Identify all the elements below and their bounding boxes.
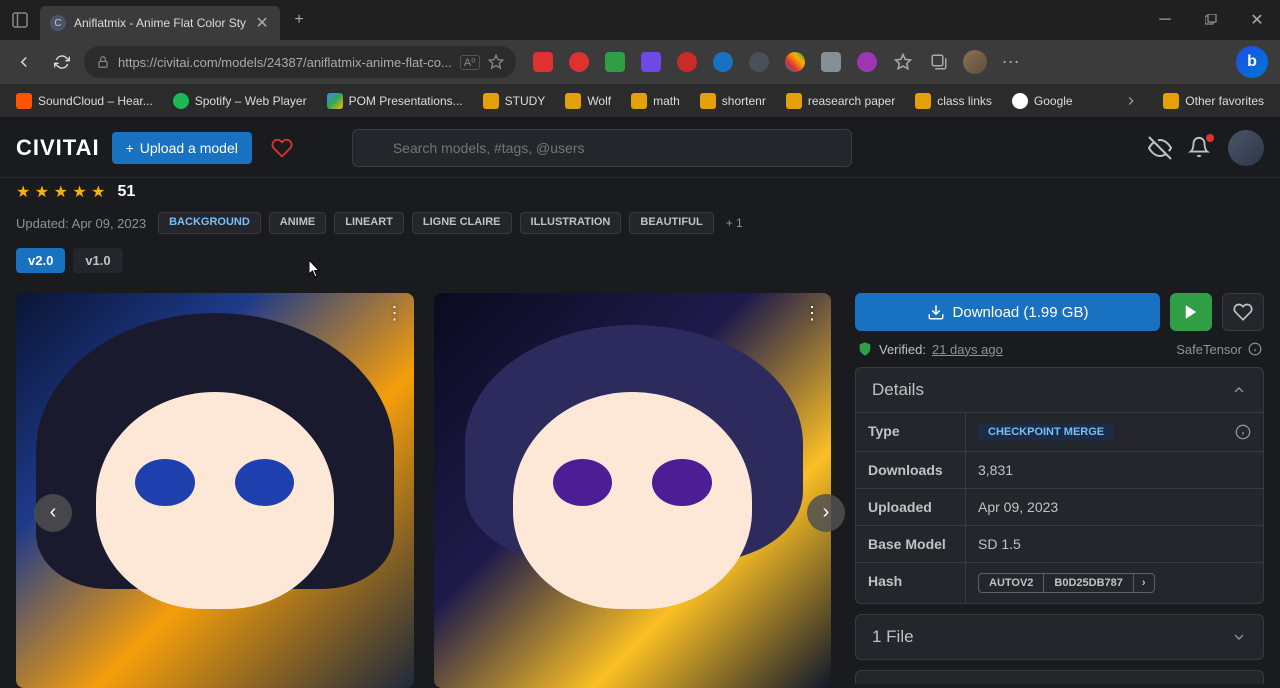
- visibility-icon[interactable]: [1148, 136, 1172, 160]
- address-bar[interactable]: https://civitai.com/models/24387/aniflat…: [84, 46, 516, 78]
- back-button[interactable]: [8, 46, 40, 78]
- panel-partial: [855, 670, 1264, 684]
- tab-close-icon[interactable]: ✕: [254, 15, 270, 31]
- bookmark-folder[interactable]: math: [623, 89, 688, 113]
- info-icon[interactable]: [1235, 424, 1251, 440]
- favorites-icon[interactable]: [886, 46, 920, 78]
- detail-row-uploaded: Uploaded Apr 09, 2023: [856, 488, 1263, 525]
- favorites-heart-icon[interactable]: [264, 130, 300, 166]
- bing-chat-button[interactable]: b: [1232, 42, 1272, 82]
- safetensor-label: SafeTensor: [1176, 342, 1242, 357]
- bookmarks-bar: SoundCloud – Hear... Spotify – Web Playe…: [0, 84, 1280, 118]
- image-menu-icon[interactable]: ⋮: [803, 303, 821, 324]
- notifications-icon[interactable]: [1188, 136, 1212, 160]
- bookmark-folder[interactable]: class links: [907, 89, 1000, 113]
- extension-icon[interactable]: [562, 46, 596, 78]
- bookmark-folder[interactable]: shortenr: [692, 89, 774, 113]
- download-button[interactable]: Download (1.99 GB): [855, 293, 1160, 331]
- notification-badge: [1206, 134, 1214, 142]
- extension-icon[interactable]: [598, 46, 632, 78]
- extension-icon[interactable]: [778, 46, 812, 78]
- hash-expand-button[interactable]: ›: [1134, 573, 1155, 593]
- extension-icon[interactable]: [634, 46, 668, 78]
- run-button[interactable]: [1170, 293, 1212, 331]
- chevron-down-icon: [1231, 629, 1247, 645]
- version-tab-v2[interactable]: v2.0: [16, 248, 65, 273]
- files-panel-header[interactable]: 1 File: [856, 615, 1263, 659]
- bookmark-folder[interactable]: reasearch paper: [778, 89, 903, 113]
- info-icon[interactable]: [1248, 342, 1262, 356]
- reader-mode-icon[interactable]: A⁰: [460, 55, 480, 70]
- extension-icon[interactable]: [670, 46, 704, 78]
- detail-row-downloads: Downloads 3,831: [856, 451, 1263, 488]
- refresh-button[interactable]: [46, 46, 78, 78]
- version-tab-v1[interactable]: v1.0: [73, 248, 122, 273]
- favorite-button[interactable]: [1222, 293, 1264, 331]
- details-panel-header[interactable]: Details: [856, 368, 1263, 412]
- extension-icon[interactable]: [814, 46, 848, 78]
- bookmarks-overflow-icon[interactable]: [1115, 85, 1147, 117]
- star-rating: ★ ★ ★ ★ ★: [16, 182, 106, 202]
- detail-row-type: Type CHECKPOINT MERGE: [856, 412, 1263, 451]
- other-favorites-folder[interactable]: Other favorites: [1155, 89, 1272, 113]
- more-tags-button[interactable]: + 1: [722, 212, 747, 234]
- gallery-image[interactable]: ⋮: [16, 293, 414, 688]
- tag-illustration[interactable]: ILLUSTRATION: [520, 212, 622, 234]
- updated-date: Updated: Apr 09, 2023: [16, 216, 146, 231]
- chevron-up-icon: [1231, 382, 1247, 398]
- browser-tab[interactable]: C Aniflatmix - Anime Flat Color Sty ✕: [40, 6, 280, 40]
- profile-icon[interactable]: [958, 46, 992, 78]
- tag-lineart[interactable]: LINEART: [334, 212, 404, 234]
- shield-icon: [857, 341, 873, 357]
- gallery-next-button[interactable]: ›: [807, 494, 845, 532]
- bookmark-item[interactable]: Spotify – Web Player: [165, 89, 315, 113]
- gallery-image[interactable]: ⋮: [434, 293, 832, 688]
- verified-label: Verified:: [879, 342, 926, 357]
- upload-model-button[interactable]: +Upload a model: [112, 132, 252, 164]
- extension-icon[interactable]: [742, 46, 776, 78]
- bookmark-item[interactable]: SoundCloud – Hear...: [8, 89, 161, 113]
- detail-row-base-model: Base Model SD 1.5: [856, 525, 1263, 562]
- collections-icon[interactable]: [922, 46, 956, 78]
- details-panel: Details Type CHECKPOINT MERGE Downloads …: [855, 367, 1264, 604]
- heart-icon: [1233, 302, 1253, 322]
- url-text: https://civitai.com/models/24387/aniflat…: [118, 55, 452, 70]
- bookmark-folder[interactable]: Wolf: [557, 89, 619, 113]
- site-logo[interactable]: CIVITAI: [16, 135, 100, 161]
- image-menu-icon[interactable]: ⋮: [386, 303, 404, 324]
- tab-title: Aniflatmix - Anime Flat Color Sty: [74, 16, 246, 30]
- extension-icon[interactable]: [850, 46, 884, 78]
- bookmark-folder[interactable]: STUDY: [475, 89, 554, 113]
- tag-ligne-claire[interactable]: LIGNE CLAIRE: [412, 212, 512, 234]
- close-window-button[interactable]: ✕: [1234, 0, 1280, 40]
- favorite-star-icon[interactable]: [488, 54, 504, 70]
- new-tab-button[interactable]: +: [284, 5, 314, 35]
- play-icon: [1182, 303, 1200, 321]
- extension-icon[interactable]: [526, 46, 560, 78]
- detail-row-hash: Hash AUTOV2 B0D25DB787 ›: [856, 562, 1263, 603]
- search-input[interactable]: [352, 129, 852, 167]
- download-icon: [927, 303, 945, 321]
- bookmark-item[interactable]: POM Presentations...: [319, 89, 471, 113]
- lock-icon: [96, 55, 110, 69]
- tab-favicon: C: [50, 15, 66, 31]
- tag-beautiful[interactable]: BEAUTIFUL: [629, 212, 713, 234]
- extension-icon[interactable]: [706, 46, 740, 78]
- menu-icon[interactable]: ⋯: [994, 46, 1028, 78]
- tag-background[interactable]: BACKGROUND: [158, 212, 261, 234]
- user-avatar[interactable]: [1228, 130, 1264, 166]
- bookmark-item[interactable]: Google: [1004, 89, 1081, 113]
- type-badge: CHECKPOINT MERGE: [978, 423, 1114, 441]
- minimize-button[interactable]: ─: [1142, 0, 1188, 40]
- files-panel: 1 File: [855, 614, 1264, 660]
- maximize-button[interactable]: [1188, 0, 1234, 40]
- tab-actions-icon[interactable]: [0, 12, 40, 28]
- tag-anime[interactable]: ANIME: [269, 212, 326, 234]
- hash-value: B0D25DB787: [1044, 573, 1133, 593]
- rating-count: 51: [118, 183, 136, 201]
- gallery-prev-button[interactable]: ‹: [34, 494, 72, 532]
- hash-algo: AUTOV2: [978, 573, 1044, 593]
- verified-time-link[interactable]: 21 days ago: [932, 342, 1003, 357]
